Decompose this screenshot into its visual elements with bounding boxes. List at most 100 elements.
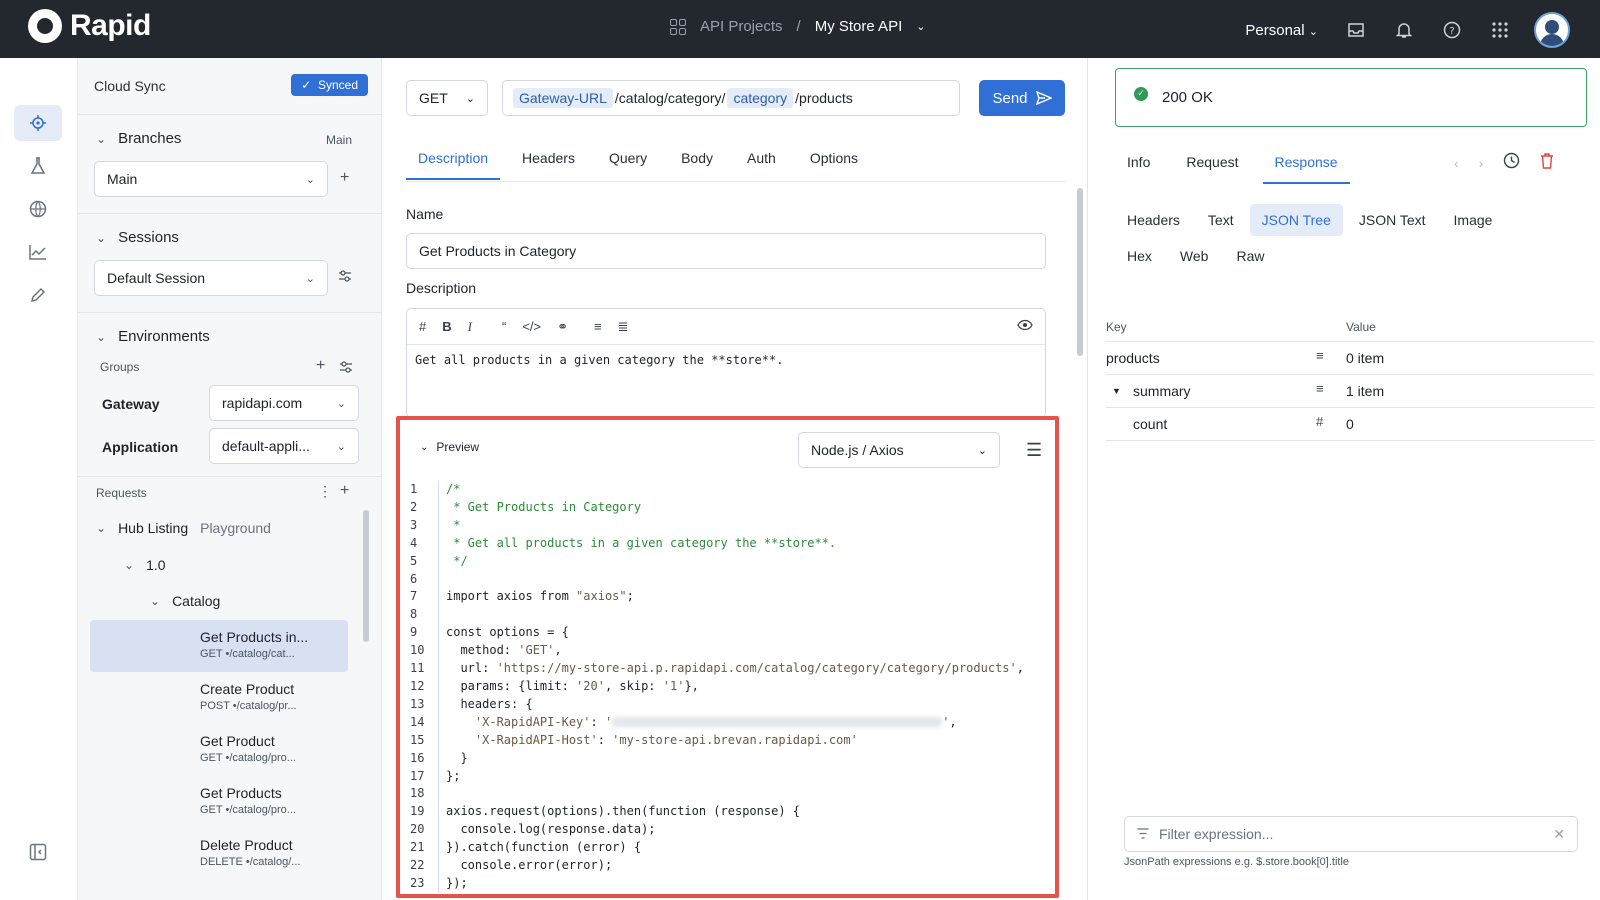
url-variable-gateway[interactable]: Gateway-URL [513,88,613,108]
code-text: 'X-RapidAPI-Host': 'my-store-api.brevan.… [446,732,858,750]
view-raw[interactable]: Raw [1224,240,1276,272]
request-item[interactable]: Create Product POST •/catalog/pr... [90,672,348,724]
code-block[interactable]: 1/* 2 * Get Products in Category 3 * 4 * Ge… [400,481,1055,893]
branch-select[interactable]: Main ⌄ [94,161,328,197]
code-icon[interactable]: </> [522,319,541,334]
filter-input[interactable]: Filter expression... ✕ [1124,816,1578,852]
view-json-text[interactable]: JSON Text [1347,204,1438,236]
language-select[interactable]: Node.js / Axios ⌄ [798,432,1000,468]
bell-icon[interactable] [1390,16,1418,44]
url-variable-category[interactable]: category [727,88,794,108]
tree-catalog-folder[interactable]: ⌄ Catalog [150,593,220,609]
code-line: 11 url: 'https://my-store-api.p.rapidapi… [400,660,1055,678]
tab-headers[interactable]: Headers [510,140,587,180]
chevron-down-icon: ⌄ [336,440,346,453]
tab-request[interactable]: Request [1174,146,1250,184]
view-image[interactable]: Image [1442,204,1505,236]
code-text: 'X-RapidAPI-Key': ' ', [446,714,957,732]
left-rail [0,58,78,900]
view-json-tree[interactable]: JSON Tree [1249,204,1343,236]
nav-testing-flask-icon[interactable] [14,148,62,184]
nav-edit-pencil-icon[interactable] [14,277,62,313]
nav-design-icon[interactable] [14,105,62,141]
request-item[interactable]: Get Products GET •/catalog/pro... [90,776,348,828]
tab-options[interactable]: Options [798,140,870,180]
preview-toggle[interactable]: ⌄ Preview [420,440,479,454]
view-text[interactable]: Text [1196,204,1246,236]
session-settings-icon[interactable] [338,269,352,288]
environments-header[interactable]: ⌄ Environments [96,328,210,345]
send-button[interactable]: Send [979,80,1065,116]
heading-icon[interactable]: # [419,319,426,334]
workspace-selector[interactable]: Personal ⌄ [1245,22,1318,39]
breadcrumb-api-name[interactable]: My Store API [815,18,903,35]
request-item[interactable]: Get Product GET •/catalog/pro... [90,724,348,776]
apps-grid-icon[interactable] [1486,16,1514,44]
name-input[interactable]: Get Products in Category [406,233,1046,269]
collapse-sidebar-icon[interactable] [14,834,62,870]
branches-header[interactable]: ⌄ Branches [96,130,181,147]
application-select[interactable]: default-appli... ⌄ [209,428,359,464]
synced-badge[interactable]: ✓ Synced [291,74,368,96]
value-column-header: Value [1346,320,1376,334]
tree-version[interactable]: ⌄ 1.0 [124,557,166,573]
groups-settings-icon[interactable] [339,360,353,379]
sidebar-scrollbar[interactable] [363,510,369,642]
tab-query[interactable]: Query [597,140,659,180]
inbox-icon[interactable] [1342,16,1370,44]
editor-scrollbar[interactable] [1077,188,1083,356]
sidebar: Cloud Sync ✓ Synced ⌄ Branches Main Main ⌄… [78,58,382,900]
add-group-icon[interactable]: + [316,357,325,375]
clear-icon[interactable]: ✕ [1553,826,1565,843]
view-web[interactable]: Web [1168,240,1221,272]
request-item[interactable]: Delete Product DELETE •/catalog/... [90,828,348,880]
code-line: 16 } [400,749,1055,768]
view-headers[interactable]: Headers [1115,204,1192,236]
tab-auth[interactable]: Auth [735,140,788,180]
numbered-list-icon[interactable]: ≣ [618,319,629,335]
bold-icon[interactable]: B [442,319,451,334]
nav-analytics-icon[interactable] [14,234,62,270]
json-tree-row[interactable]: products ≡ 0 item [1106,342,1594,375]
help-icon[interactable]: ? [1438,16,1466,44]
request-tabs: Description Headers Query Body Auth Opti… [406,140,880,180]
url-input[interactable]: Gateway-URL /catalog/category/ category … [502,80,960,116]
request-item[interactable]: Get Products in... GET •/catalog/cat... [90,620,348,672]
nav-hub-globe-icon[interactable] [14,191,62,227]
chevron-down-icon[interactable]: ⌄ [916,20,925,33]
breadcrumb: API Projects / My Store API ⌄ [670,18,925,35]
view-hex[interactable]: Hex [1115,240,1164,272]
tab-response[interactable]: Response [1262,146,1350,184]
bullet-list-icon[interactable]: ≡ [594,319,602,334]
code-gutter [438,552,446,571]
add-request-icon[interactable]: + [340,482,349,500]
gateway-select[interactable]: rapidapi.com ⌄ [209,385,359,421]
avatar[interactable] [1534,12,1570,48]
caret-down-icon[interactable]: ▼ [1112,386,1121,396]
tab-body[interactable]: Body [669,140,725,180]
json-tree-row[interactable]: ▼ summary ≡ 1 item [1106,375,1594,408]
menu-icon[interactable]: ☰ [1026,440,1042,461]
tab-info[interactable]: Info [1115,146,1162,184]
method-select[interactable]: GET ⌄ [406,80,488,116]
session-select[interactable]: Default Session ⌄ [94,260,328,296]
requests-more-icon[interactable]: ⋮ [318,483,332,500]
quote-icon[interactable]: “ [502,319,506,334]
sessions-header[interactable]: ⌄ Sessions [96,229,179,246]
description-editor[interactable]: # B I “ </> ⚭ ≡ ≣ Get all products in a … [406,308,1046,418]
logo[interactable]: Rapid [28,9,151,43]
previous-icon[interactable]: ‹ [1454,155,1459,171]
breadcrumb-api-projects[interactable]: API Projects [700,18,783,35]
history-icon[interactable] [1503,152,1520,174]
tree-hub-listing[interactable]: ⌄ Hub Listing Playground [96,520,271,536]
preview-eye-icon[interactable] [1017,319,1033,334]
delete-icon[interactable] [1540,152,1554,174]
next-icon[interactable]: › [1479,155,1484,171]
tab-description[interactable]: Description [406,140,501,180]
link-icon[interactable]: ⚭ [557,319,568,335]
italic-icon[interactable]: I [468,319,472,335]
json-tree-row[interactable]: count # 0 [1106,408,1594,441]
description-text[interactable]: Get all products in a given category the… [407,345,1045,375]
add-branch-icon[interactable]: + [340,169,349,187]
